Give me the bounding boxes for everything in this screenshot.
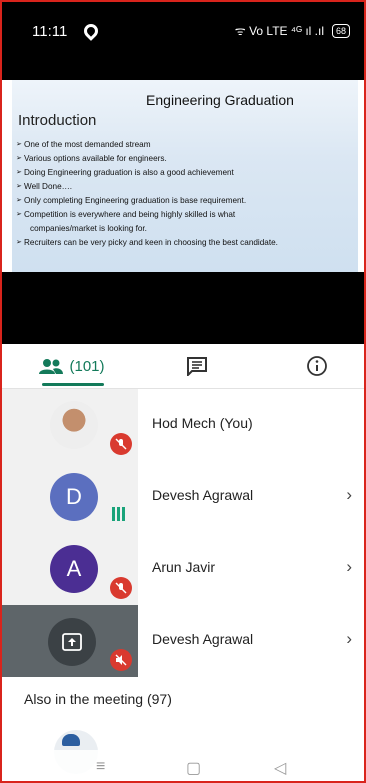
chat-icon bbox=[187, 357, 207, 376]
slide-bullets: One of the most demanded stream Various … bbox=[16, 138, 354, 250]
signal-indicators: ᯤ Vo LTE ⁴ᴳ ıl .ıl bbox=[234, 24, 324, 38]
slide-bullet: Well Done…. bbox=[16, 180, 354, 194]
participant-row[interactable]: Hod Mech (You) bbox=[2, 389, 364, 461]
slide-bullet: Recruiters can be very picky and keen in… bbox=[16, 236, 354, 250]
volume-off-icon bbox=[110, 649, 132, 671]
tab-info[interactable] bbox=[292, 344, 342, 388]
chevron-right-icon[interactable]: › bbox=[346, 557, 352, 577]
people-icon bbox=[39, 359, 64, 374]
home-icon[interactable]: ▢ bbox=[186, 758, 201, 778]
tab-people[interactable]: (101) bbox=[32, 344, 112, 388]
participant-name: Hod Mech (You) bbox=[152, 415, 253, 431]
slide-bullet: Doing Engineering graduation is also a g… bbox=[16, 166, 354, 180]
slide-bullet-continuation: companies/market is looking for. bbox=[30, 224, 147, 233]
slide-subtitle: Introduction bbox=[18, 112, 97, 129]
app-frame: 11:11 ᯤ Vo LTE ⁴ᴳ ıl .ıl 68 Engineering … bbox=[0, 0, 366, 783]
participant-avatar-cell: A bbox=[2, 533, 138, 605]
info-icon bbox=[307, 356, 327, 376]
participant-name: Arun Javir bbox=[152, 559, 216, 575]
status-time: 11:11 bbox=[32, 23, 68, 40]
also-in-meeting-heading: Also in the meeting (97) bbox=[24, 691, 172, 707]
mic-off-icon bbox=[110, 577, 132, 599]
participant-name: Devesh Agrawal bbox=[152, 631, 254, 647]
speaking-indicator-icon bbox=[112, 507, 125, 521]
participant-row[interactable]: A Arun Javir › bbox=[2, 533, 364, 605]
slide-bullet: Only completing Engineering graduation i… bbox=[16, 194, 354, 208]
chevron-right-icon[interactable]: › bbox=[346, 629, 352, 649]
participant-avatar-cell: D bbox=[2, 461, 138, 533]
location-icon bbox=[81, 21, 101, 41]
chevron-right-icon[interactable]: › bbox=[346, 485, 352, 505]
slide-title: Engineering Graduation bbox=[146, 92, 294, 108]
avatar bbox=[50, 401, 98, 449]
back-icon[interactable]: ◁ bbox=[274, 758, 286, 778]
active-tab-indicator bbox=[42, 383, 104, 386]
status-bar: 11:11 ᯤ Vo LTE ⁴ᴳ ıl .ıl 68 bbox=[2, 2, 364, 80]
slide-bullet: Competition is everywhere and being high… bbox=[16, 208, 354, 222]
slide-bullet: Various options available for engineers. bbox=[16, 152, 354, 166]
slide-bullet: One of the most demanded stream bbox=[16, 138, 354, 152]
participant-list: Hod Mech (You) D Devesh Agrawal › A Arun… bbox=[2, 389, 364, 677]
presentation-slide[interactable]: Engineering Graduation Introduction One … bbox=[12, 80, 358, 272]
video-letterbox bbox=[2, 272, 364, 344]
avatar: A bbox=[50, 545, 98, 593]
participant-name: Devesh Agrawal bbox=[152, 487, 254, 503]
participant-avatar-cell bbox=[2, 605, 138, 677]
meeting-tabs: (101) bbox=[2, 344, 364, 389]
avatar: D bbox=[50, 473, 98, 521]
menu-icon[interactable]: ≡ bbox=[96, 758, 105, 776]
status-indicators: ᯤ Vo LTE ⁴ᴳ ıl .ıl 68 bbox=[235, 22, 350, 39]
people-count: (101) bbox=[69, 357, 105, 375]
participant-row-presenting[interactable]: Devesh Agrawal › bbox=[2, 605, 364, 677]
system-nav-bar: ≡ ▢ ◁ bbox=[2, 750, 364, 781]
battery-icon: 68 bbox=[331, 23, 350, 38]
tab-chat[interactable] bbox=[172, 344, 222, 388]
screen-share-icon bbox=[48, 618, 96, 666]
participant-avatar-cell bbox=[2, 389, 138, 461]
participant-row[interactable]: D Devesh Agrawal › bbox=[2, 461, 364, 533]
mic-off-icon bbox=[110, 433, 132, 455]
